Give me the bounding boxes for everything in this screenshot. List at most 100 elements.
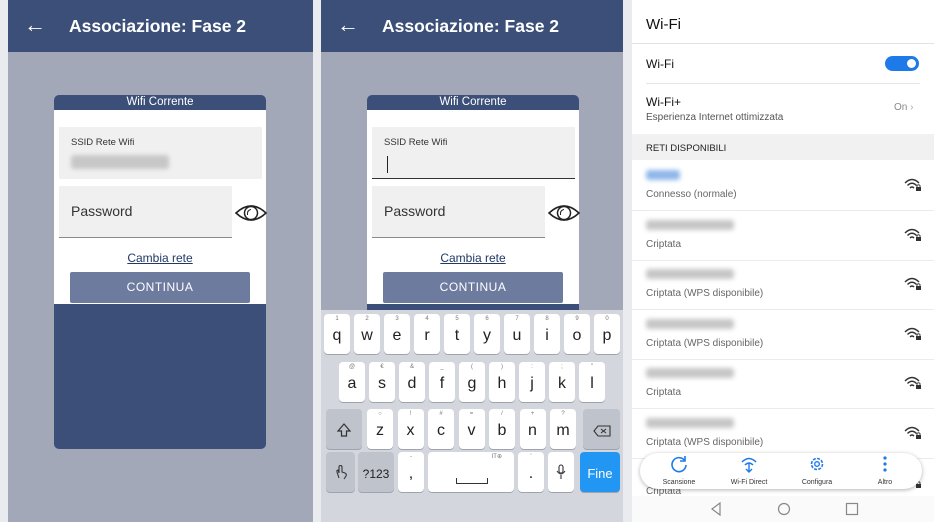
nav-recents-icon[interactable]	[845, 502, 859, 516]
wifi-plus-status-label: On	[894, 102, 908, 113]
period-hint: '	[530, 454, 532, 460]
key-i[interactable]: 8i	[534, 314, 560, 354]
key-label: p	[602, 327, 612, 344]
configure-button[interactable]: Configura	[782, 455, 852, 486]
eye-icon[interactable]	[234, 202, 268, 224]
ssid-label: SSID Rete Wifi	[384, 137, 448, 148]
key-d[interactable]: & d	[399, 362, 425, 402]
microphone-key[interactable]	[548, 452, 574, 492]
key-hint: ○	[378, 411, 382, 417]
key-u[interactable]: 7u	[504, 314, 530, 354]
soft-keyboard: 1q2w3e4r5t6y7u8i9o0p @ a € s & d _ f(g) h: j; k " l …	[321, 310, 623, 522]
nav-back-icon[interactable]	[710, 502, 722, 516]
key-s[interactable]: € s	[369, 362, 395, 402]
network-status: Criptata (WPS disponibile)	[646, 337, 764, 349]
key-f[interactable]: _ f	[429, 362, 455, 402]
ssid-field[interactable]: SSID Rete Wifi	[59, 127, 262, 179]
key-g[interactable]: (g	[459, 362, 485, 402]
wifi-locked-icon	[904, 327, 921, 340]
key-x[interactable]: ! x	[397, 409, 424, 449]
comma-key[interactable]: - ,	[398, 452, 424, 492]
divider	[646, 83, 920, 84]
key-y[interactable]: 6y	[474, 314, 500, 354]
key-hint: !	[409, 411, 412, 417]
ssid-value-blurred	[71, 155, 169, 169]
network-row[interactable]: Criptata (WPS disponibile)	[632, 260, 934, 310]
key-hint: +	[530, 411, 535, 417]
key-hint: 0	[605, 316, 609, 322]
change-network-link[interactable]: Cambia rete	[54, 251, 266, 265]
period-key[interactable]: ' .	[518, 452, 544, 492]
network-status: Criptata	[646, 238, 682, 250]
key-label: b	[497, 422, 507, 439]
key-p[interactable]: 0p	[594, 314, 620, 354]
key-k[interactable]: ; k	[549, 362, 575, 402]
key-j[interactable]: :j	[519, 362, 545, 402]
wifi-direct-button[interactable]: Wi-Fi Direct	[714, 455, 784, 486]
key-hint: _	[440, 364, 444, 370]
ssid-field[interactable]: SSID Rete Wifi	[372, 127, 575, 179]
nav-home-icon[interactable]	[777, 502, 791, 516]
wifi-card: Wifi Corrente SSID Rete Wifi Password Ca…	[54, 95, 268, 449]
key-w[interactable]: 2w	[354, 314, 380, 354]
key-hint: €	[380, 364, 384, 370]
key-l[interactable]: " l	[579, 362, 605, 402]
network-row[interactable]: Criptata (WPS disponibile)	[632, 409, 934, 459]
key-o[interactable]: 9o	[564, 314, 590, 354]
network-row[interactable]: Connesso (normale)	[632, 161, 934, 211]
wifi-plus-subtitle: Esperienza Internet ottimizzata	[646, 112, 784, 123]
key-a[interactable]: @ a	[339, 362, 365, 402]
network-row[interactable]: Criptata	[632, 359, 934, 409]
configure-label: Configura	[801, 479, 833, 486]
network-name-blurred	[646, 318, 734, 329]
key-h[interactable]: ) h	[489, 362, 515, 402]
continue-button[interactable]: CONTINUA	[383, 272, 563, 303]
password-placeholder: Password	[71, 203, 133, 219]
key-label: l	[590, 375, 594, 392]
key-r[interactable]: 4r	[414, 314, 440, 354]
shift-key[interactable]	[326, 409, 362, 449]
more-button[interactable]: Altro	[850, 455, 920, 486]
key-t[interactable]: 5t	[444, 314, 470, 354]
back-arrow-icon[interactable]: ←	[24, 14, 46, 36]
shift-icon	[336, 423, 352, 437]
network-row[interactable]: Criptata	[632, 211, 934, 261]
key-c[interactable]: # c	[428, 409, 454, 449]
wifi-locked-icon	[904, 376, 921, 389]
password-field[interactable]: Password	[59, 186, 232, 238]
app-screen-login: ← Associazione: Fase 2 Wifi Corrente SSI…	[8, 0, 313, 522]
symbols-key[interactable]: ?123	[358, 452, 394, 492]
key-z[interactable]: ○ z	[367, 409, 393, 449]
password-field[interactable]: Password	[372, 186, 545, 238]
key-label: i	[545, 327, 549, 344]
gesture-key[interactable]	[326, 452, 355, 492]
key-n[interactable]: + n	[519, 409, 546, 449]
wifi-toggle[interactable]	[885, 56, 919, 71]
scan-button[interactable]: Scansione	[644, 455, 714, 486]
key-hint: (	[471, 364, 473, 370]
key-e[interactable]: 3e	[384, 314, 410, 354]
wifi-toggle-label: Wi-Fi	[646, 57, 674, 71]
page-title: Wi-Fi	[646, 16, 681, 33]
back-arrow-icon[interactable]: ←	[337, 14, 359, 36]
card-body: SSID Rete Wifi Password Cambia rete CONT…	[367, 110, 581, 304]
eye-icon[interactable]	[547, 202, 581, 224]
key-v[interactable]: = v	[458, 409, 485, 449]
wifi-plus-title[interactable]: Wi-Fi+	[646, 95, 681, 109]
network-name-blurred	[646, 219, 734, 230]
key-b[interactable]: / b	[489, 409, 515, 449]
space-hint: IT⊕	[491, 454, 502, 460]
network-row[interactable]: Criptata (WPS disponibile)	[632, 310, 934, 360]
section-header-label: RETI DISPONIBILI	[646, 143, 727, 154]
key-m[interactable]: ? m	[550, 409, 576, 449]
key-hint: =	[469, 411, 474, 417]
key-hint: ;	[561, 364, 563, 370]
done-key[interactable]: Fine	[580, 452, 620, 492]
key-q[interactable]: 1q	[324, 314, 350, 354]
continue-button[interactable]: CONTINUA	[70, 272, 250, 303]
space-key[interactable]: IT⊕	[428, 452, 514, 492]
backspace-key[interactable]	[583, 409, 620, 449]
change-network-link[interactable]: Cambia rete	[367, 251, 579, 265]
key-label: t	[454, 327, 460, 344]
wifi-plus-status[interactable]: On ›	[894, 102, 913, 113]
